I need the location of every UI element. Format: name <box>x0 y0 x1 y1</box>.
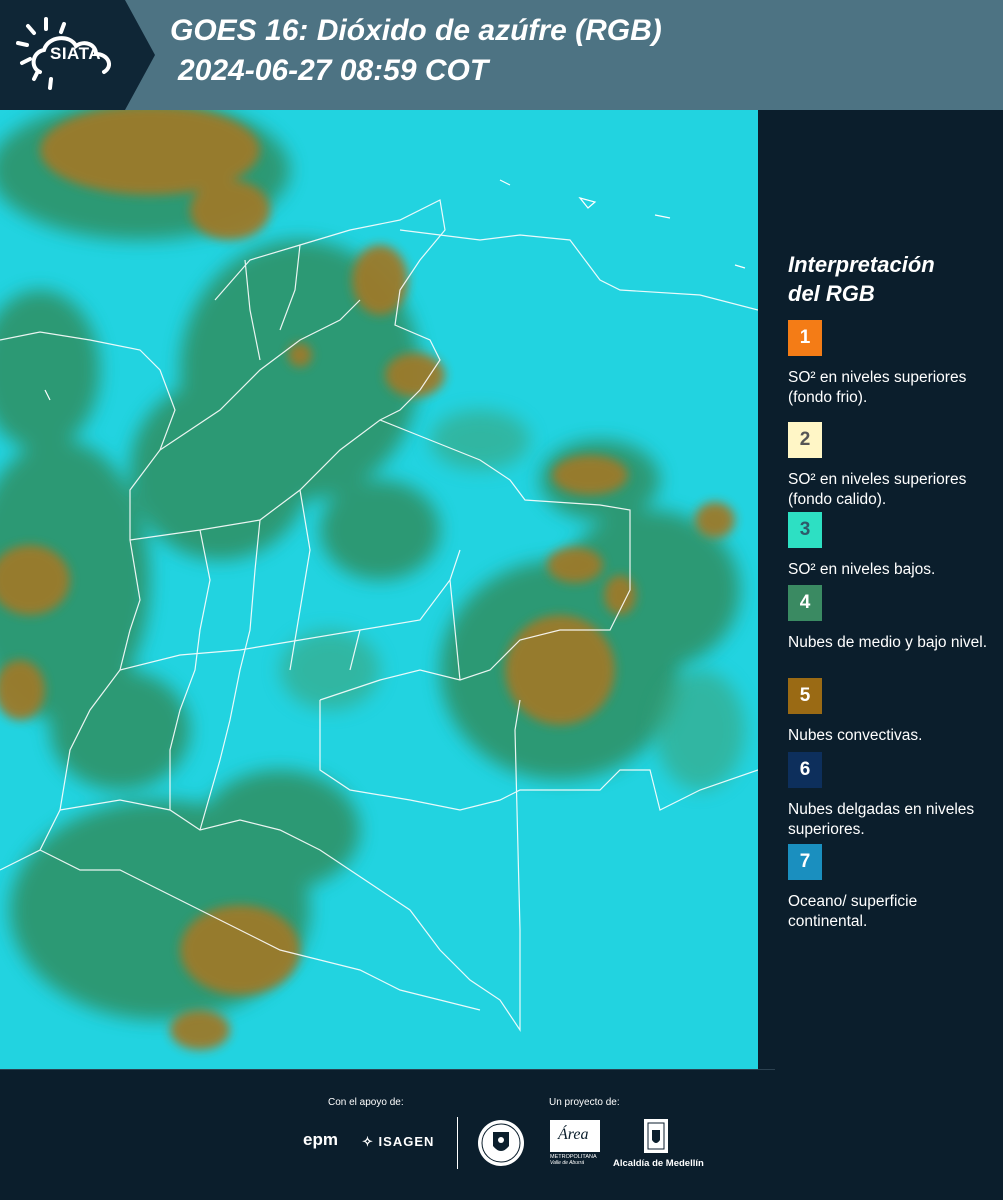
legend-item-label: SO² en niveles bajos. <box>788 561 936 578</box>
legend-item-label: SO² en niveles superiores (fondo calido)… <box>788 471 967 508</box>
area-logo-box: Área <box>550 1120 600 1152</box>
legend-item-label: Oceano/ superficie continental. <box>788 893 918 930</box>
legend-item-label: Nubes de medio y bajo nivel. <box>788 634 988 651</box>
footer-divider <box>0 1069 775 1070</box>
alcaldia-shield-icon <box>644 1119 668 1153</box>
area-metropolitana-logo: Área METROPOLITANA Valle de Aburrá <box>550 1120 600 1168</box>
legend-item: 6 Nubes delgadas en niveles superiores. <box>788 752 988 840</box>
legend-panel: Interpretación del RGB 1 SO² en niveles s… <box>788 250 993 930</box>
logo-text: SIATA <box>50 44 101 63</box>
legend-item-label: Nubes convectivas. <box>788 727 923 744</box>
legend-swatch: 2 <box>788 422 822 458</box>
legend-item: 5 Nubes convectivas. <box>788 678 988 746</box>
legend-title-line2: del RGB <box>788 281 875 306</box>
isagen-mark-icon: ✧ <box>362 1134 374 1149</box>
satellite-rgb-map-icon <box>0 110 758 1070</box>
isagen-text: ISAGEN <box>378 1134 435 1149</box>
legend-item: 1 SO² en niveles superiores (fondo frio). <box>788 320 988 408</box>
legend-swatch: 7 <box>788 844 822 880</box>
siata-logo: SIATA <box>0 0 160 110</box>
legend-swatch: 4 <box>788 585 822 621</box>
legend-swatch: 1 <box>788 320 822 356</box>
legend-swatch: 3 <box>788 512 822 548</box>
alcaldia-label: Alcaldía de Medellín <box>613 1158 704 1169</box>
header-bar: SIATA GOES 16: Dióxido de azúfre (RGB) 2… <box>0 0 1003 110</box>
legend-title: Interpretación del RGB <box>788 250 993 308</box>
area-logo-text: Área <box>558 1126 589 1143</box>
legend-swatch: 5 <box>788 678 822 714</box>
support-label: Con el apoyo de: <box>328 1097 404 1108</box>
area-logo-subtext2: Valle de Aburrá <box>550 1160 585 1166</box>
logo-divider <box>457 1117 458 1169</box>
legend-item: 2 SO² en niveles superiores (fondo calido… <box>788 422 988 510</box>
legend-item-label: SO² en niveles superiores (fondo frio). <box>788 369 967 406</box>
medellin-seal-icon <box>478 1120 524 1166</box>
project-label: Un proyecto de: <box>549 1097 620 1108</box>
legend-item: 3 SO² en niveles bajos. <box>788 512 988 580</box>
page-title: GOES 16: Dióxido de azúfre (RGB) <box>170 14 662 47</box>
timestamp: 2024-06-27 08:59 COT <box>178 54 489 87</box>
legend-item: 4 Nubes de medio y bajo nivel. <box>788 585 988 653</box>
satellite-map <box>0 110 758 1070</box>
isagen-logo: ✧ ISAGEN <box>362 1134 434 1150</box>
epm-logo: epm <box>303 1130 338 1149</box>
legend-item: 7 Oceano/ superficie continental. <box>788 844 988 932</box>
legend-item-label: Nubes delgadas en niveles superiores. <box>788 801 975 838</box>
legend-swatch: 6 <box>788 752 822 788</box>
legend-title-line1: Interpretación <box>788 252 935 277</box>
